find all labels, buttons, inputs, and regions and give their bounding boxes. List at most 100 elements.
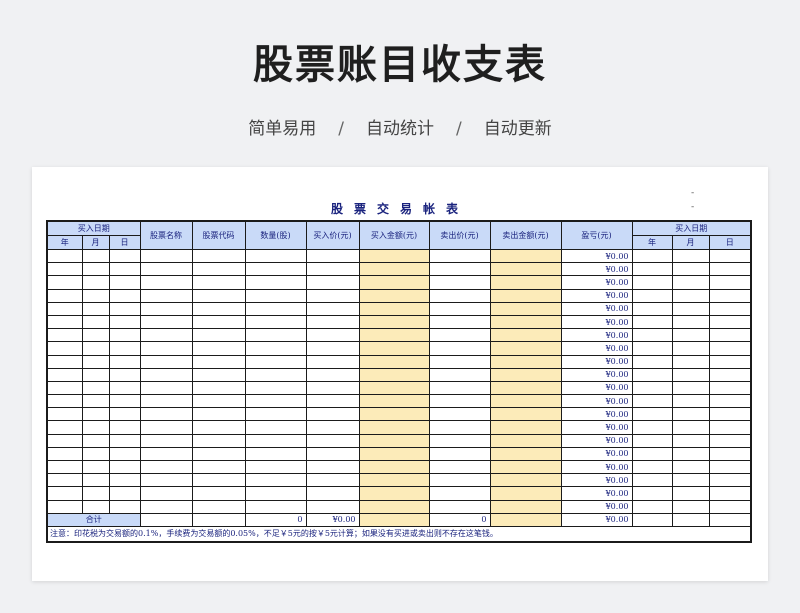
- cell-sell-month[interactable]: [671, 394, 710, 409]
- cell-stock-name[interactable]: [139, 380, 193, 396]
- cell-sell-year[interactable]: [631, 354, 673, 369]
- cell-year[interactable]: [46, 499, 83, 514]
- cell-quantity[interactable]: [244, 459, 307, 475]
- cell-quantity[interactable]: [244, 301, 307, 316]
- cell-quantity[interactable]: [244, 262, 307, 277]
- cell-sell-year[interactable]: [631, 380, 673, 396]
- cell-buy-price[interactable]: [305, 367, 360, 382]
- cell-sell-year[interactable]: [631, 473, 673, 488]
- cell-year[interactable]: [46, 420, 83, 435]
- cell-quantity[interactable]: [244, 248, 307, 264]
- cell-month[interactable]: [81, 420, 110, 435]
- cell[interactable]: [631, 512, 673, 527]
- cell-buy-price[interactable]: [305, 301, 360, 316]
- cell-sell-amount[interactable]: [489, 499, 562, 514]
- cell-year[interactable]: [46, 407, 83, 422]
- cell-sell-amount[interactable]: [489, 380, 562, 396]
- cell-stock-name[interactable]: [139, 473, 193, 488]
- cell-sell-price[interactable]: [428, 341, 491, 356]
- cell-sell-amount[interactable]: [489, 354, 562, 369]
- cell-sell-amount[interactable]: [489, 275, 562, 290]
- cell-sell-month[interactable]: [671, 433, 710, 448]
- cell-stock-name[interactable]: [139, 367, 193, 382]
- cell-stock-code[interactable]: [191, 459, 246, 475]
- cell-sell-year[interactable]: [631, 486, 673, 501]
- cell-quantity[interactable]: [244, 394, 307, 409]
- cell-sell-price[interactable]: [428, 354, 491, 369]
- cell-buy-price[interactable]: [305, 314, 360, 330]
- cell-stock-name[interactable]: [139, 459, 193, 475]
- cell-sell-year[interactable]: [631, 420, 673, 435]
- cell-stock-name[interactable]: [139, 446, 193, 462]
- cell-quantity[interactable]: [244, 499, 307, 514]
- cell-stock-name[interactable]: [139, 314, 193, 330]
- cell-sell-amount[interactable]: [489, 433, 562, 448]
- cell-buy-amount[interactable]: [358, 446, 430, 462]
- cell-buy-amount[interactable]: [358, 288, 430, 303]
- cell-sell-month[interactable]: [671, 248, 710, 264]
- cell-month[interactable]: [81, 314, 110, 330]
- cell-sell-day[interactable]: [708, 328, 752, 343]
- cell-sell-year[interactable]: [631, 314, 673, 330]
- cell-day[interactable]: [108, 354, 141, 369]
- cell-month[interactable]: [81, 473, 110, 488]
- cell-sell-price[interactable]: [428, 314, 491, 330]
- cell-buy-price[interactable]: [305, 288, 360, 303]
- cell-sell-day[interactable]: [708, 473, 752, 488]
- cell-stock-code[interactable]: [191, 301, 246, 316]
- cell-buy-amount[interactable]: [358, 301, 430, 316]
- cell-sell-amount[interactable]: [489, 288, 562, 303]
- cell-month[interactable]: [81, 354, 110, 369]
- cell-month[interactable]: [81, 301, 110, 316]
- cell-sell-price[interactable]: [428, 459, 491, 475]
- cell-year[interactable]: [46, 314, 83, 330]
- cell-stock-code[interactable]: [191, 354, 246, 369]
- cell-sell-month[interactable]: [671, 341, 710, 356]
- cell-stock-code[interactable]: [191, 288, 246, 303]
- cell-sell-amount[interactable]: [489, 446, 562, 462]
- cell-buy-amount[interactable]: [358, 486, 430, 501]
- cell-buy-amount[interactable]: [358, 248, 430, 264]
- cell-stock-name[interactable]: [139, 499, 193, 514]
- cell-stock-code[interactable]: [191, 433, 246, 448]
- cell-year[interactable]: [46, 446, 83, 462]
- cell-day[interactable]: [108, 248, 141, 264]
- cell-day[interactable]: [108, 262, 141, 277]
- cell-month[interactable]: [81, 275, 110, 290]
- cell-year[interactable]: [46, 473, 83, 488]
- cell-sell-month[interactable]: [671, 367, 710, 382]
- cell-stock-code[interactable]: [191, 499, 246, 514]
- cell-sell-price[interactable]: [428, 420, 491, 435]
- cell-year[interactable]: [46, 354, 83, 369]
- cell-sell-price[interactable]: [428, 262, 491, 277]
- cell-year[interactable]: [46, 380, 83, 396]
- cell-day[interactable]: [108, 314, 141, 330]
- cell-day[interactable]: [108, 473, 141, 488]
- cell-buy-amount[interactable]: [358, 420, 430, 435]
- cell-quantity[interactable]: [244, 407, 307, 422]
- cell-sell-amount[interactable]: [489, 262, 562, 277]
- cell-year[interactable]: [46, 433, 83, 448]
- cell-sell-year[interactable]: [631, 433, 673, 448]
- cell-day[interactable]: [108, 446, 141, 462]
- cell-sell-month[interactable]: [671, 407, 710, 422]
- cell-sell-day[interactable]: [708, 446, 752, 462]
- cell-day[interactable]: [108, 407, 141, 422]
- cell-buy-amount[interactable]: [358, 499, 430, 514]
- cell-buy-price[interactable]: [305, 420, 360, 435]
- cell-year[interactable]: [46, 341, 83, 356]
- cell-stock-code[interactable]: [191, 420, 246, 435]
- cell-day[interactable]: [108, 328, 141, 343]
- cell-sell-price[interactable]: [428, 275, 491, 290]
- cell-month[interactable]: [81, 341, 110, 356]
- cell-buy-price[interactable]: [305, 486, 360, 501]
- cell-sell-day[interactable]: [708, 380, 752, 396]
- cell-sell-price[interactable]: [428, 446, 491, 462]
- cell-sell-amount[interactable]: [489, 473, 562, 488]
- cell-buy-price[interactable]: [305, 262, 360, 277]
- cell-year[interactable]: [46, 248, 83, 264]
- cell-quantity[interactable]: [244, 473, 307, 488]
- cell-stock-name[interactable]: [139, 420, 193, 435]
- cell-sell-month[interactable]: [671, 288, 710, 303]
- cell-stock-code[interactable]: [191, 248, 246, 264]
